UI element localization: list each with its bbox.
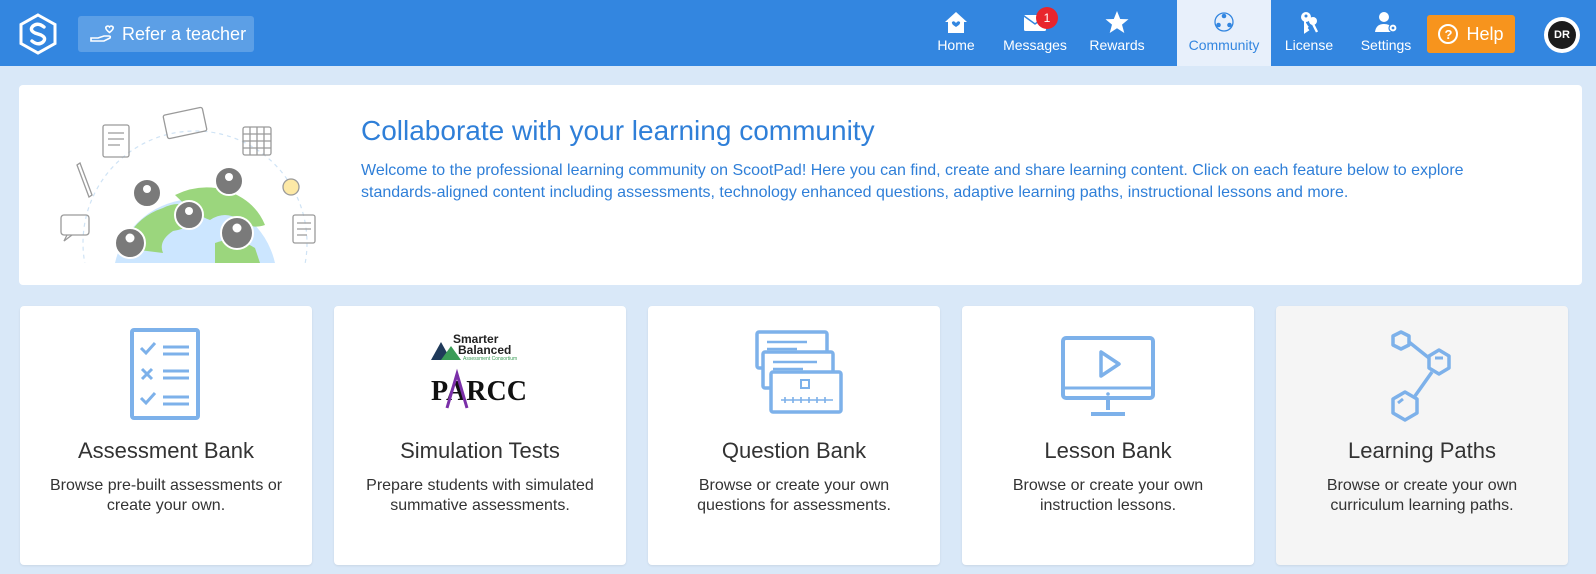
community-icon bbox=[1214, 12, 1234, 32]
nav-license-label: License bbox=[1284, 37, 1334, 53]
svg-text:PARCC: PARCC bbox=[431, 376, 527, 407]
avatar-initials: DR bbox=[1548, 21, 1576, 49]
svg-text:Balanced: Balanced bbox=[458, 343, 511, 357]
smarter-balanced-parcc-logo: Smarter Balanced Assessment Consortium P… bbox=[431, 332, 527, 409]
hexagon-path-icon bbox=[1391, 330, 1451, 422]
user-gear-icon bbox=[1375, 12, 1398, 33]
card-title: Lesson Bank bbox=[1044, 438, 1172, 463]
keys-icon bbox=[1301, 12, 1319, 34]
lesson-bank-card[interactable]: Lesson Bank Browse or create your own in… bbox=[962, 306, 1254, 565]
hero-description: Welcome to the professional learning com… bbox=[361, 162, 1464, 201]
assessment-bank-card[interactable]: Assessment Bank Browse pre-built assessm… bbox=[20, 306, 312, 565]
card-description: Browse pre-built assessments or create y… bbox=[49, 477, 283, 514]
nav-community[interactable]: Community bbox=[1177, 0, 1271, 66]
nav-settings-label: Settings bbox=[1360, 37, 1412, 53]
home-icon bbox=[945, 12, 967, 33]
monitor-play-icon bbox=[1061, 336, 1155, 416]
messages-unread-badge: 1 bbox=[1036, 7, 1058, 29]
top-navigation-bar: Refer a teacher Home Messages 1 Rewards … bbox=[0, 0, 1596, 66]
hand-heart-icon bbox=[90, 25, 114, 42]
help-label: Help bbox=[1466, 23, 1504, 44]
question-mark-icon: ? bbox=[1438, 24, 1459, 44]
nav-rewards[interactable]: Rewards bbox=[1087, 0, 1147, 66]
star-icon bbox=[1105, 11, 1129, 33]
card-description: Prepare students with simulated summativ… bbox=[366, 477, 594, 514]
refer-teacher-label: Refer a teacher bbox=[122, 23, 247, 44]
nav-rewards-label: Rewards bbox=[1089, 37, 1145, 53]
card-description: Browse or create your own curriculum lea… bbox=[1326, 477, 1518, 514]
community-hero-panel: Collaborate with your learning community… bbox=[19, 85, 1582, 285]
nav-home[interactable]: Home bbox=[928, 0, 984, 66]
refer-teacher-button[interactable]: Refer a teacher bbox=[78, 16, 254, 52]
card-description: Browse or create your own instruction le… bbox=[1012, 477, 1204, 514]
nav-messages[interactable]: Messages bbox=[1000, 0, 1070, 66]
card-title: Simulation Tests bbox=[400, 438, 560, 463]
learning-paths-card[interactable]: Learning Paths Browse or create your own… bbox=[1276, 306, 1568, 565]
question-bank-card[interactable]: Question Bank Browse or create your own … bbox=[648, 306, 940, 565]
nav-community-label: Community bbox=[1188, 37, 1260, 53]
user-avatar[interactable]: DR bbox=[1544, 17, 1580, 53]
hero-title: Collaborate with your learning community bbox=[361, 115, 875, 146]
nav-messages-label: Messages bbox=[1003, 37, 1067, 53]
card-description: Browse or create your own questions for … bbox=[697, 477, 891, 514]
help-button[interactable]: ? Help bbox=[1427, 15, 1515, 53]
nav-settings[interactable]: Settings bbox=[1354, 0, 1418, 66]
svg-text:Assessment Consortium: Assessment Consortium bbox=[463, 356, 517, 362]
simulation-tests-card[interactable]: Smarter Balanced Assessment Consortium P… bbox=[334, 306, 626, 565]
card-title: Learning Paths bbox=[1348, 438, 1496, 463]
scootpad-logo[interactable] bbox=[17, 13, 59, 55]
nav-license[interactable]: License bbox=[1280, 0, 1338, 66]
card-title: Question Bank bbox=[721, 438, 867, 463]
globe-community-illustration bbox=[60, 106, 316, 263]
checklist-icon bbox=[130, 328, 200, 420]
stacked-cards-icon bbox=[755, 330, 843, 414]
nav-home-label: Home bbox=[937, 37, 975, 53]
card-title: Assessment Bank bbox=[77, 438, 255, 463]
